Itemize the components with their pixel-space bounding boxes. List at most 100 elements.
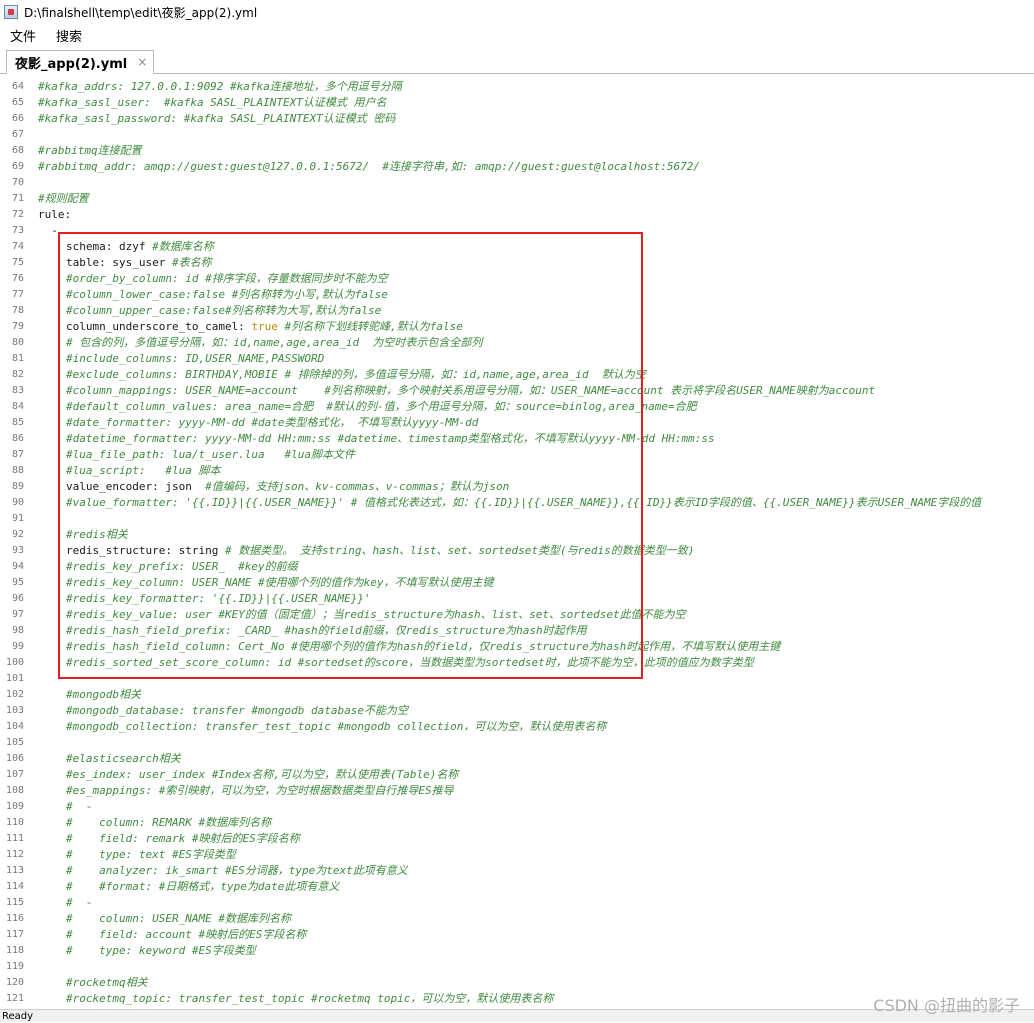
code-line: #规则配置 xyxy=(38,191,89,207)
code-line: #redis_key_formatter: '{{.ID}}|{{.USER_N… xyxy=(66,591,371,607)
menu-bar: 文件 搜索 xyxy=(0,24,1034,46)
code-comment: #elasticsearch相关 xyxy=(66,752,181,765)
code-comment: #rocketmq_topic: transfer_test_topic #ro… xyxy=(66,992,554,1005)
line-number: 77 xyxy=(11,289,24,300)
code-line: # field: remark #映射后的ES字段名称 xyxy=(66,831,300,847)
code-line: # column: REMARK #数据库列名称 xyxy=(66,815,271,831)
code-comment: #值编码，支持json、kv-commas、v-commas；默认为json xyxy=(205,480,510,493)
line-number: 65 xyxy=(11,97,24,108)
code-line: #default_column_values: area_name=合肥 #默认… xyxy=(66,399,697,415)
code-line: #kafka_sasl_user: #kafka SASL_PLAINTEXT认… xyxy=(38,95,387,111)
code-line: #datetime_formatter: yyyy-MM-dd HH:mm:ss… xyxy=(66,431,715,447)
code-token: value_encoder: json xyxy=(66,480,206,493)
code-line: column_underscore_to_camel: true #列名称下划线… xyxy=(66,319,463,335)
code-line: # - xyxy=(66,895,93,911)
line-number: 85 xyxy=(11,417,24,428)
line-number: 104 xyxy=(5,721,24,732)
line-number: 120 xyxy=(5,977,24,988)
code-comment: #datetime_formatter: yyyy-MM-dd HH:mm:ss… xyxy=(66,432,715,445)
code-comment: #redis_key_prefix: USER_ #key的前缀 xyxy=(66,560,298,573)
code-line: #redis_hash_field_column: Cert_No #使用哪个列… xyxy=(66,639,780,655)
line-number: 116 xyxy=(5,913,24,924)
watermark: CSDN @扭曲的影子 xyxy=(873,996,1020,1015)
code-area[interactable]: #kafka_addrs: 127.0.0.1:9092 #kafka连接地址，… xyxy=(38,79,1034,1009)
code-comment: #order_by_column: id #排序字段，存量数据同步时不能为空 xyxy=(66,272,388,285)
line-number: 118 xyxy=(5,945,24,956)
line-number: 79 xyxy=(11,321,24,332)
code-comment: #规则配置 xyxy=(38,192,89,205)
code-line: #redis_key_value: user #KEY的值（固定值）；当redi… xyxy=(66,607,686,623)
code-comment: #exclude_columns: BIRTHDAY,MOBIE # 排除掉的列… xyxy=(66,368,646,381)
code-comment: # type: keyword #ES字段类型 xyxy=(66,944,256,957)
code-line: #redis_key_prefix: USER_ #key的前缀 xyxy=(66,559,298,575)
code-comment: #es_mappings: #索引映射，可以为空，为空时根据数据类型自行推导ES… xyxy=(66,784,454,797)
line-number: 84 xyxy=(11,401,24,412)
menu-search[interactable]: 搜索 xyxy=(46,26,92,45)
line-number: 115 xyxy=(5,897,24,908)
code-token: column_underscore_to_camel: xyxy=(66,320,252,333)
menu-file[interactable]: 文件 xyxy=(0,26,46,45)
code-comment: #kafka_addrs: 127.0.0.1:9092 #kafka连接地址，… xyxy=(38,80,402,93)
line-number: 105 xyxy=(5,737,24,748)
window-titlebar: D:\finalshell\temp\edit\夜影_app(2).yml xyxy=(0,0,1034,24)
line-number: 72 xyxy=(11,209,24,220)
line-number: 109 xyxy=(5,801,24,812)
code-line: #date_formatter: yyyy-MM-dd #date类型格式化， … xyxy=(66,415,478,431)
code-line: #lua_file_path: lua/t_user.lua #lua脚本文件 xyxy=(66,447,355,463)
line-number: 111 xyxy=(5,833,24,844)
line-number: 121 xyxy=(5,993,24,1004)
line-number: 107 xyxy=(5,769,24,780)
code-comment: #rocketmq相关 xyxy=(66,976,148,989)
line-number: 103 xyxy=(5,705,24,716)
line-number: 82 xyxy=(11,369,24,380)
line-number: 66 xyxy=(11,113,24,124)
line-number: 108 xyxy=(5,785,24,796)
code-comment: # type: text #ES字段类型 xyxy=(66,848,236,861)
code-line: # #format: #日期格式，type为date此项有意义 xyxy=(66,879,339,895)
line-number: 117 xyxy=(5,929,24,940)
line-number: 76 xyxy=(11,273,24,284)
code-line: # column: USER_NAME #数据库列名称 xyxy=(66,911,291,927)
close-icon[interactable]: × xyxy=(137,55,147,69)
code-line: #redis相关 xyxy=(66,527,128,543)
line-number: 97 xyxy=(11,609,24,620)
code-comment: # #format: #日期格式，type为date此项有意义 xyxy=(66,880,340,893)
line-number: 80 xyxy=(11,337,24,348)
tab-file[interactable]: 夜影_app(2).yml × xyxy=(6,50,155,74)
code-line: # - xyxy=(66,799,93,815)
code-line: #rocketmq_topic: transfer_test_topic #ro… xyxy=(66,991,553,1007)
line-number: 87 xyxy=(11,449,24,460)
code-comment: #default_column_values: area_name=合肥 #默认… xyxy=(66,400,697,413)
line-number: 73 xyxy=(11,225,24,236)
code-comment: #rabbitmq连接配置 xyxy=(38,144,142,157)
code-comment: #include_columns: ID,USER_NAME,PASSWORD xyxy=(66,352,325,365)
code-comment: #redis相关 xyxy=(66,528,128,541)
code-comment: #lua_script: #lua 脚本 xyxy=(66,464,221,477)
code-line: #column_lower_case:false #列名称转为小写,默认为fal… xyxy=(66,287,388,303)
code-line: #order_by_column: id #排序字段，存量数据同步时不能为空 xyxy=(66,271,388,287)
code-line: #mongodb_collection: transfer_test_topic… xyxy=(66,719,606,735)
code-token: redis_structure: string xyxy=(66,544,225,557)
code-comment: #rabbitmq_addr: amqp://guest:guest@127.0… xyxy=(38,160,701,173)
line-number: 102 xyxy=(5,689,24,700)
code-line: value_encoder: json #值编码，支持json、kv-comma… xyxy=(66,479,509,495)
line-number: 106 xyxy=(5,753,24,764)
code-comment: # column: REMARK #数据库列名称 xyxy=(66,816,272,829)
line-number: 92 xyxy=(11,529,24,540)
code-comment: #mongodb_database: transfer #mongodb dat… xyxy=(66,704,409,717)
code-line: #rocketmq相关 xyxy=(66,975,148,991)
code-token: - xyxy=(38,224,58,237)
code-comment: #column_upper_case:false#列名称转为大写,默认为fals… xyxy=(66,304,382,317)
code-line: #lua_script: #lua 脚本 xyxy=(66,463,220,479)
code-line: # field: account #映射后的ES字段名称 xyxy=(66,927,306,943)
line-number: 71 xyxy=(11,193,24,204)
code-token: table: sys_user xyxy=(66,256,172,269)
code-comment: # - xyxy=(66,896,93,909)
code-comment: # - xyxy=(66,800,93,813)
line-number: 119 xyxy=(5,961,24,972)
code-editor[interactable]: 64 65 66 67 68 69 70 71 72 73 74 75 76 77 78 79 80 81 82 83… xyxy=(0,79,1034,1009)
code-line: #kafka_addrs: 127.0.0.1:9092 #kafka连接地址，… xyxy=(38,79,402,95)
code-comment: #kafka_sasl_password: #kafka SASL_PLAINT… xyxy=(38,112,396,125)
line-number: 86 xyxy=(11,433,24,444)
code-line: #redis_hash_field_prefix: _CARD_ #hash的f… xyxy=(66,623,587,639)
